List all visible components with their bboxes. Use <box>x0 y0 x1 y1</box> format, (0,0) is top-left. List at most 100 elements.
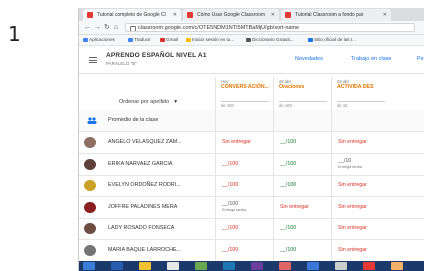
bookmark-item[interactable]: Sitio oficial de las t... <box>307 35 356 45</box>
avatar <box>84 223 96 234</box>
grade-cell[interactable]: __/100 <box>273 153 331 175</box>
student-row[interactable]: ERIKA NARVAEZ GARCIA __/100 __/100 __/10 Ent… <box>79 153 424 176</box>
taskbar-app-icon[interactable] <box>391 262 403 270</box>
grade-cell[interactable]: Sin entregar <box>331 196 389 218</box>
browser-tab-3[interactable]: Tutorial Classroom a fondo par ✕ <box>281 9 391 21</box>
student-name[interactable]: JOFFRE PALADINES MERA <box>108 204 177 210</box>
grade-cell[interactable]: __/100 <box>273 175 331 196</box>
avatar <box>84 244 96 256</box>
taskbar-app-icon[interactable] <box>251 262 263 270</box>
grade-value: __/100 <box>222 200 239 207</box>
slide-number: 1 <box>8 22 21 46</box>
class-average-row: Promedio de la clase <box>79 110 424 132</box>
grade-cell[interactable]: __/100 <box>215 175 273 196</box>
student-row[interactable]: JOFFRE PALADINES MERA __/100 Entrega tardí… <box>79 196 424 219</box>
grade-cell[interactable]: Sin entregar <box>331 132 389 153</box>
grade-value: __/100 <box>280 139 297 145</box>
url-field[interactable]: classroom.google.com/c/OTE5NDM1NTI5MTBaM… <box>125 23 415 32</box>
assignment-points: de 10 <box>337 101 385 108</box>
student-row[interactable]: MARIA BAQUE LARROCHE... __/100 __/100 Sin e… <box>79 239 424 262</box>
grade-cell[interactable]: __/100 <box>273 132 331 153</box>
grade-cell[interactable]: __/100 <box>273 218 331 239</box>
grade-cell[interactable]: __/100 <box>273 239 331 261</box>
close-icon[interactable]: ✕ <box>383 9 387 21</box>
grade-cell[interactable]: __/100 <box>215 218 273 239</box>
avatar <box>84 137 96 148</box>
grade-cell[interactable]: Sin entregar <box>331 239 389 261</box>
grade-cell[interactable]: Sin entregar <box>215 132 273 153</box>
browser-tabbar: Tutorial completo de Google Cl ✕ Cómo Us… <box>79 8 424 21</box>
bookmark-item[interactable]: Gmail <box>159 35 178 45</box>
student-name[interactable]: ERIKA NARVAEZ GARCIA <box>108 161 173 167</box>
assignment-title: ACTIVIDA DES <box>337 84 374 90</box>
student-name[interactable]: MARIA BAQUE LARROCHE... <box>108 247 181 253</box>
taskbar-app-icon[interactable] <box>335 262 347 270</box>
student-name[interactable]: EVELYN ORDOÑEZ RODRI... <box>108 182 181 188</box>
forward-icon[interactable]: → <box>94 23 101 32</box>
reload-icon[interactable]: ↻ <box>104 23 110 32</box>
bookmark-item[interactable]: Traducir <box>127 35 151 45</box>
menu-icon[interactable] <box>89 57 97 63</box>
bookmark-label: Iniciar sesión en tu... <box>192 37 235 42</box>
grade-value: __/10 <box>338 157 352 164</box>
browser-tab-label: Tutorial completo de Google Cl <box>97 12 166 18</box>
grade-cell[interactable]: Sin entregar <box>273 196 331 218</box>
late-submission-note: Entrega tardía <box>338 164 363 169</box>
taskbar-app-icon[interactable] <box>167 262 179 270</box>
student-row[interactable]: LADY ROSADO FONSECA __/100 __/100 Sin entre… <box>79 218 424 240</box>
close-icon[interactable]: ✕ <box>271 9 275 21</box>
student-row[interactable]: ANGELO VELASQUEZ ZAM... Sin entregar __/10… <box>79 132 424 154</box>
grade-value: __/100 <box>222 225 239 231</box>
assignment-column-header[interactable]: 28 abr. ACTIVIDA DES de 10 <box>331 77 389 110</box>
taskbar-app-icon[interactable] <box>139 262 151 270</box>
grade-value: __/100 <box>222 246 239 253</box>
grade-cell[interactable]: Sin entregar <box>331 218 389 239</box>
assignment-title: Oraciones <box>279 84 305 90</box>
tab-personas[interactable]: Pe <box>417 56 424 62</box>
bookmark-item[interactable]: Aplicaciones <box>82 35 115 45</box>
grade-value: __/100 <box>280 225 297 231</box>
taskbar-app-icon[interactable] <box>307 262 319 270</box>
bookmark-label: Sitio oficial de las t... <box>314 37 356 42</box>
grade-cell[interactable]: Sin entregar <box>331 175 389 196</box>
student-row[interactable]: EVELYN ORDOÑEZ RODRI... __/100 __/100 Sin e… <box>79 175 424 197</box>
class-subtitle: PARALELO "B" <box>106 61 137 66</box>
close-icon[interactable]: ✕ <box>173 9 177 21</box>
grade-cell[interactable]: __/10 Entrega tardía <box>331 153 389 175</box>
dictionary-icon <box>246 38 251 42</box>
bookmark-item[interactable]: Diccionario Gratuit... <box>245 35 294 45</box>
taskbar-app-icon[interactable] <box>279 262 291 270</box>
grade-value: Sin entregar <box>222 139 251 145</box>
site-icon <box>308 38 313 42</box>
assignment-column-header[interactable]: Hoy CONVERS ACIÓN... de 100 <box>215 77 273 110</box>
class-average-label: Promedio de la clase <box>108 117 159 123</box>
tab-trabajo-en-clase[interactable]: Trabajo en clase <box>351 56 391 62</box>
bookmark-item[interactable]: Iniciar sesión en tu... <box>185 35 234 45</box>
chevron-down-icon: ▼ <box>173 99 179 105</box>
url-text: classroom.google.com/c/OTE5NDM1NTI5MTBaM… <box>138 25 300 31</box>
taskbar-app-icon[interactable] <box>195 262 207 270</box>
tab-novedades[interactable]: Novedades <box>295 56 323 62</box>
late-submission-note: Entrega tardía <box>222 207 247 212</box>
grade-cell[interactable]: __/100 Entrega tardía <box>215 196 273 218</box>
gmail-icon <box>160 38 165 42</box>
browser-tab-1[interactable]: Tutorial completo de Google Cl ✕ <box>83 9 181 21</box>
taskbar-app-icon[interactable] <box>83 262 95 270</box>
taskbar-app-icon[interactable] <box>363 262 375 270</box>
address-bar-row: ← → ↻ ⌂ classroom.google.com/c/OTE5NDM1N… <box>79 21 424 35</box>
home-icon[interactable]: ⌂ <box>114 23 118 32</box>
taskbar-app-icon[interactable] <box>223 262 235 270</box>
assignment-points: de 100 <box>221 101 269 108</box>
bookmark-label: Traducir <box>134 37 151 42</box>
back-icon[interactable]: ← <box>84 23 91 32</box>
grade-cell <box>273 110 331 131</box>
assignment-column-header[interactable]: 28 abr. Oraciones de 100 <box>273 77 331 110</box>
grade-cell[interactable]: __/100 <box>215 239 273 261</box>
browser-tab-2[interactable]: Cómo Usar Google Classroom ✕ <box>183 9 279 21</box>
lock-icon <box>130 26 136 31</box>
taskbar-app-icon[interactable] <box>111 262 123 270</box>
student-name[interactable]: LADY ROSADO FONSECA <box>108 225 174 231</box>
grade-cell[interactable]: __/100 <box>215 153 273 175</box>
sort-dropdown[interactable]: Ordenar por apellido ▼ <box>119 99 178 105</box>
student-name[interactable]: ANGELO VELASQUEZ ZAM... <box>108 139 182 145</box>
